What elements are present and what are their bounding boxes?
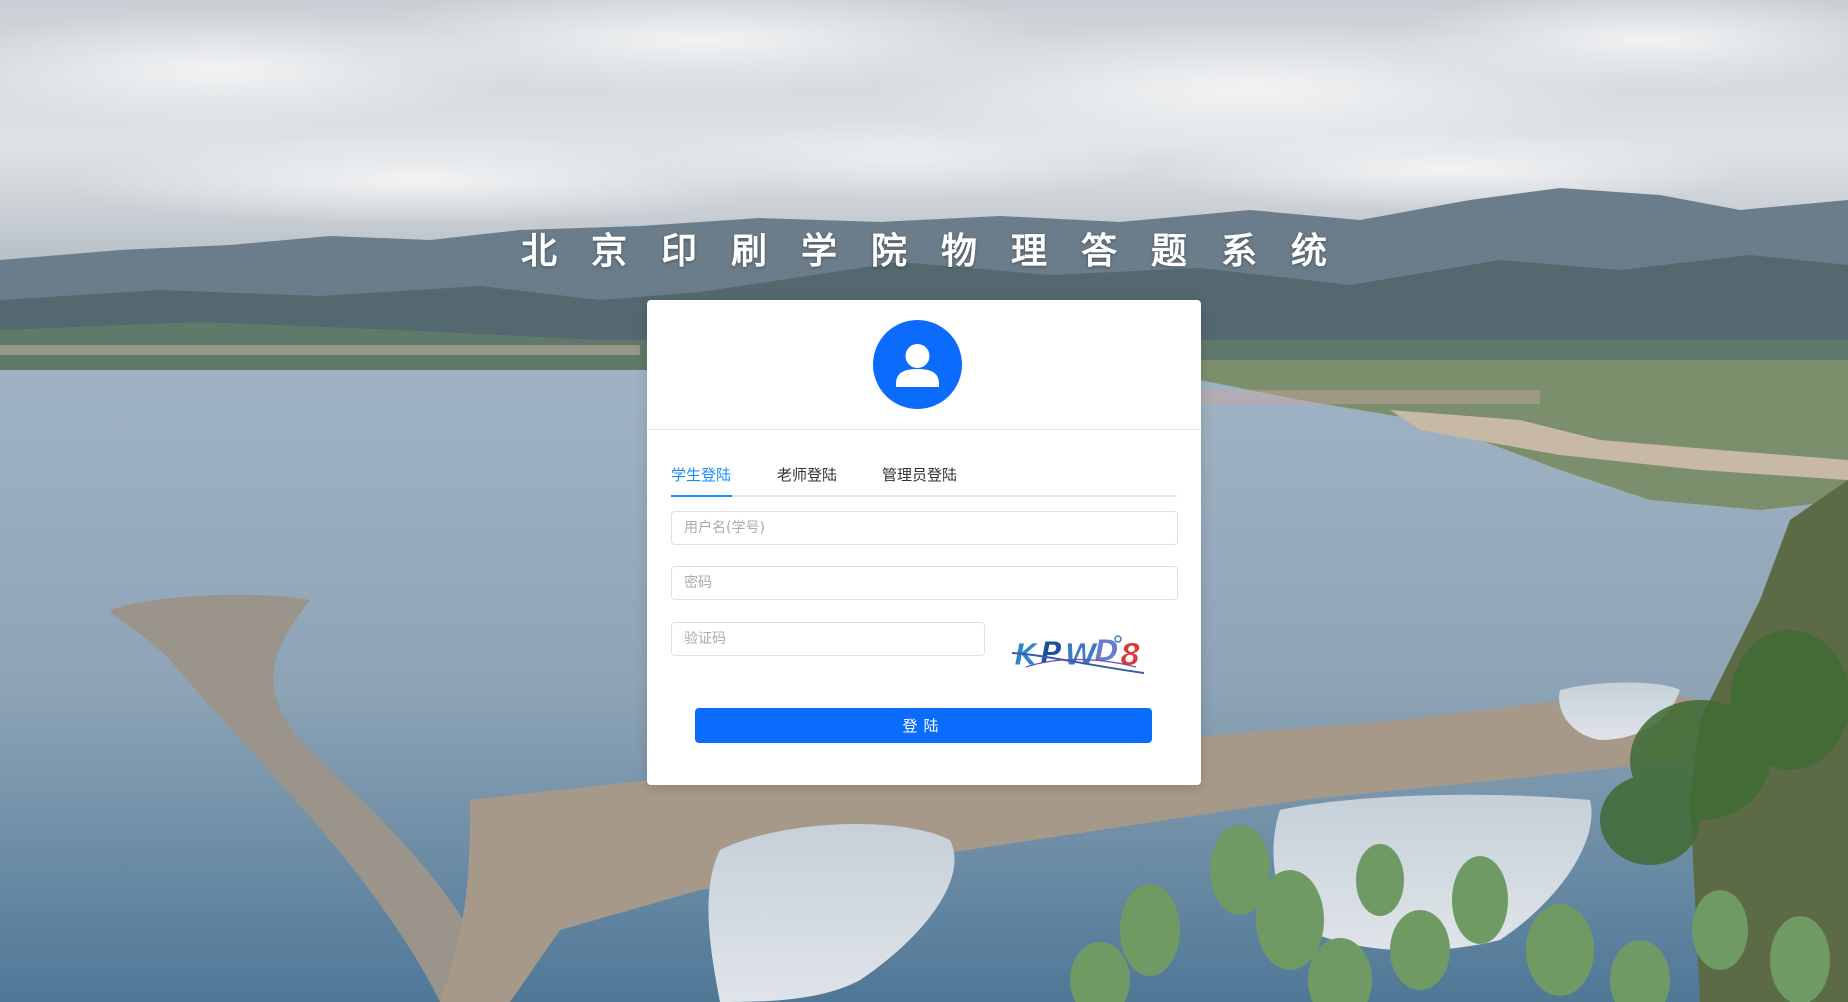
captcha-field (671, 622, 985, 656)
tab-student-login[interactable]: 学生登陆 (671, 463, 731, 495)
tab-active-indicator (671, 495, 732, 497)
username-field (671, 511, 1178, 545)
captcha-graphic: K P W D 8 (1011, 634, 1145, 674)
user-avatar-icon (873, 320, 962, 409)
tab-teacher-login[interactable]: 老师登陆 (777, 463, 837, 495)
captcha-char-5: 8 (1120, 638, 1141, 673)
username-input[interactable] (672, 512, 1177, 544)
password-field (671, 566, 1178, 600)
card-header (647, 300, 1201, 430)
login-card: 学生登陆 老师登陆 管理员登陆 K P W D 8 登陆 (647, 300, 1201, 785)
captcha-image[interactable]: K P W D 8 (1006, 627, 1151, 677)
login-tabs: 学生登陆 老师登陆 管理员登陆 (671, 463, 1177, 497)
captcha-input[interactable] (672, 623, 984, 655)
tab-admin-login[interactable]: 管理员登陆 (882, 463, 957, 495)
page-title: 北京印刷学院物理答题系统 (520, 231, 1361, 272)
captcha-char-2: P (1040, 636, 1062, 671)
login-button[interactable]: 登陆 (695, 708, 1152, 743)
password-input[interactable] (672, 567, 1177, 599)
